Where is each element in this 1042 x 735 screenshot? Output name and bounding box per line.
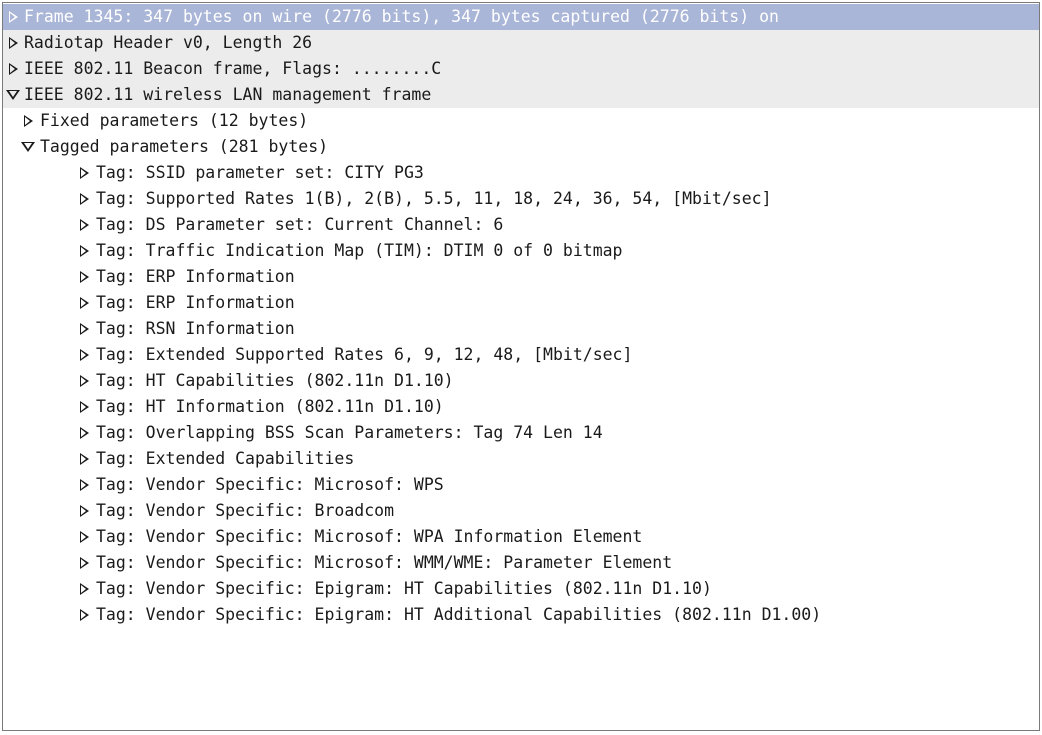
triangle-right-icon	[79, 427, 89, 439]
expand-toggle[interactable]	[77, 576, 91, 602]
tree-row[interactable]: Tag: RSN Information	[3, 316, 1039, 342]
tree-row[interactable]: Tag: Extended Supported Rates 6, 9, 12, …	[3, 342, 1039, 368]
expand-toggle[interactable]	[77, 446, 91, 472]
packet-details-pane[interactable]: Frame 1345: 347 bytes on wire (2776 bits…	[2, 2, 1040, 731]
tree-row-label: Tag: HT Information (802.11n D1.10)	[96, 397, 444, 416]
expand-toggle[interactable]	[6, 56, 20, 82]
tree-row[interactable]: Tag: ERP Information	[3, 290, 1039, 316]
expand-toggle[interactable]	[21, 108, 35, 134]
tree-row[interactable]: Tag: Vendor Specific: Microsof: WPS	[3, 472, 1039, 498]
expand-toggle[interactable]	[77, 160, 91, 186]
tree-row-label: Tag: Vendor Specific: Epigram: HT Capabi…	[96, 579, 712, 598]
tree-row[interactable]: Tag: Supported Rates 1(B), 2(B), 5.5, 11…	[3, 186, 1039, 212]
expand-toggle[interactable]	[77, 290, 91, 316]
tree-row-label: Tag: Traffic Indication Map (TIM): DTIM …	[96, 241, 623, 260]
expand-toggle[interactable]	[6, 4, 20, 30]
tree-row-label: Tag: Extended Supported Rates 6, 9, 12, …	[96, 345, 633, 364]
expand-toggle[interactable]	[77, 238, 91, 264]
tree-row[interactable]: IEEE 802.11 wireless LAN management fram…	[3, 82, 1039, 108]
tree-row-label: Tag: Vendor Specific: Microsof: WMM/WME:…	[96, 553, 673, 572]
expand-toggle[interactable]	[77, 472, 91, 498]
triangle-right-icon	[79, 531, 89, 543]
tree-row[interactable]: IEEE 802.11 Beacon frame, Flags: .......…	[3, 56, 1039, 82]
expand-toggle[interactable]	[77, 524, 91, 550]
triangle-down-icon	[6, 90, 20, 100]
tree-row-label: Tag: SSID parameter set: CITY PG3	[96, 163, 424, 182]
tree-row-label: Tag: ERP Information	[96, 293, 295, 312]
triangle-right-icon	[8, 11, 18, 23]
tree-row[interactable]: Tag: Vendor Specific: Broadcom	[3, 498, 1039, 524]
collapse-toggle[interactable]	[21, 134, 35, 160]
triangle-right-icon	[79, 375, 89, 387]
tree-row[interactable]: Tag: ERP Information	[3, 264, 1039, 290]
expand-toggle[interactable]	[77, 186, 91, 212]
tree-row[interactable]: Tag: Vendor Specific: Epigram: HT Additi…	[3, 602, 1039, 628]
triangle-right-icon	[79, 167, 89, 179]
expand-toggle[interactable]	[77, 212, 91, 238]
triangle-right-icon	[79, 401, 89, 413]
tree-row-label: Tag: Overlapping BSS Scan Parameters: Ta…	[96, 423, 603, 442]
tree-row-label: Tag: Vendor Specific: Microsof: WPS	[96, 475, 444, 494]
tree-row-label: IEEE 802.11 wireless LAN management fram…	[24, 85, 432, 104]
tree-row[interactable]: Fixed parameters (12 bytes)	[3, 108, 1039, 134]
tree-row-label: Tag: ERP Information	[96, 267, 295, 286]
expand-toggle[interactable]	[77, 550, 91, 576]
tree-row-label: Frame 1345: 347 bytes on wire (2776 bits…	[24, 7, 779, 26]
triangle-right-icon	[79, 479, 89, 491]
triangle-right-icon	[79, 271, 89, 283]
triangle-right-icon	[8, 37, 18, 49]
tree-row-label: Tag: Vendor Specific: Epigram: HT Additi…	[96, 605, 822, 624]
triangle-right-icon	[79, 193, 89, 205]
triangle-right-icon	[79, 583, 89, 595]
tree-row[interactable]: Tag: Extended Capabilities	[3, 446, 1039, 472]
expand-toggle[interactable]	[77, 602, 91, 628]
expand-toggle[interactable]	[77, 420, 91, 446]
tree-row[interactable]: Tagged parameters (281 bytes)	[3, 134, 1039, 160]
triangle-right-icon	[79, 349, 89, 361]
tree-row-label: Tag: Vendor Specific: Microsof: WPA Info…	[96, 527, 643, 546]
triangle-down-icon	[21, 142, 35, 152]
tree-row[interactable]: Tag: DS Parameter set: Current Channel: …	[3, 212, 1039, 238]
tree-row-label: Tag: Supported Rates 1(B), 2(B), 5.5, 11…	[96, 189, 772, 208]
tree-row-label: Tag: Extended Capabilities	[96, 449, 355, 468]
expand-toggle[interactable]	[77, 264, 91, 290]
triangle-right-icon	[79, 297, 89, 309]
tree-row[interactable]: Tag: Vendor Specific: Epigram: HT Capabi…	[3, 576, 1039, 602]
collapse-toggle[interactable]	[6, 82, 20, 108]
expand-toggle[interactable]	[77, 394, 91, 420]
tree-row[interactable]: Tag: Vendor Specific: Microsof: WMM/WME:…	[3, 550, 1039, 576]
triangle-right-icon	[79, 323, 89, 335]
expand-toggle[interactable]	[77, 498, 91, 524]
tree-row[interactable]: Tag: HT Capabilities (802.11n D1.10)	[3, 368, 1039, 394]
triangle-right-icon	[79, 245, 89, 257]
tree-row-label: IEEE 802.11 Beacon frame, Flags: .......…	[24, 59, 442, 78]
expand-toggle[interactable]	[77, 368, 91, 394]
tree-row-label: Tag: Vendor Specific: Broadcom	[96, 501, 395, 520]
expand-toggle[interactable]	[77, 316, 91, 342]
tree-row-label: Tag: HT Capabilities (802.11n D1.10)	[96, 371, 454, 390]
triangle-right-icon	[79, 557, 89, 569]
expand-toggle[interactable]	[6, 30, 20, 56]
tree-row[interactable]: Tag: Overlapping BSS Scan Parameters: Ta…	[3, 420, 1039, 446]
tree-row[interactable]: Tag: Traffic Indication Map (TIM): DTIM …	[3, 238, 1039, 264]
triangle-right-icon	[23, 115, 33, 127]
tree-row-label: Radiotap Header v0, Length 26	[24, 33, 313, 52]
packet-details-tree: Frame 1345: 347 bytes on wire (2776 bits…	[3, 4, 1039, 628]
tree-row-label: Tagged parameters (281 bytes)	[40, 137, 329, 156]
tree-row[interactable]: Tag: HT Information (802.11n D1.10)	[3, 394, 1039, 420]
tree-row[interactable]: Radiotap Header v0, Length 26	[3, 30, 1039, 56]
tree-row[interactable]: Tag: SSID parameter set: CITY PG3	[3, 160, 1039, 186]
tree-row-label: Fixed parameters (12 bytes)	[40, 111, 309, 130]
tree-row-label: Tag: DS Parameter set: Current Channel: …	[96, 215, 504, 234]
triangle-right-icon	[79, 505, 89, 517]
tree-row-selected[interactable]: Frame 1345: 347 bytes on wire (2776 bits…	[3, 4, 1039, 30]
tree-row[interactable]: Tag: Vendor Specific: Microsof: WPA Info…	[3, 524, 1039, 550]
tree-row-label: Tag: RSN Information	[96, 319, 295, 338]
triangle-right-icon	[8, 63, 18, 75]
triangle-right-icon	[79, 609, 89, 621]
triangle-right-icon	[79, 453, 89, 465]
expand-toggle[interactable]	[77, 342, 91, 368]
triangle-right-icon	[79, 219, 89, 231]
